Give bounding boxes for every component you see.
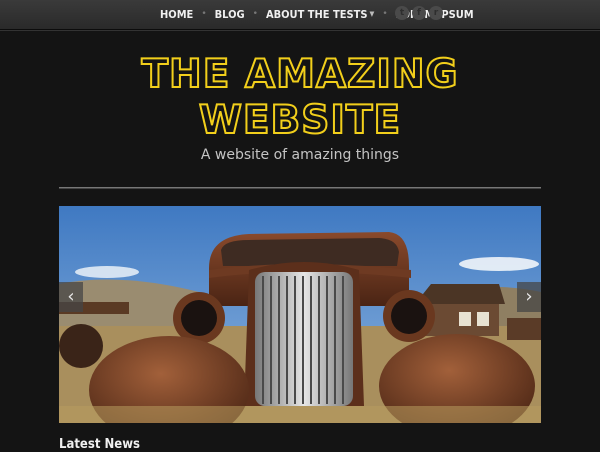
nav-item-about-the-tests[interactable]: ABOUT THE TESTS ▼ bbox=[266, 8, 374, 21]
nav-item-home[interactable]: HOME bbox=[160, 8, 193, 21]
slider-next-arrow-icon[interactable]: › bbox=[517, 282, 541, 312]
top-navigation-bar: HOME • BLOG • ABOUT THE TESTS▼ • LOREM I… bbox=[0, 0, 600, 30]
slider-prev-arrow-icon[interactable]: ‹ bbox=[59, 282, 83, 312]
nav-item-label: ABOUT THE TESTS bbox=[265, 8, 368, 21]
feed-icon[interactable]: r bbox=[429, 6, 443, 20]
featured-image-slider[interactable]: ‹ › bbox=[59, 206, 541, 423]
social-links: t f r bbox=[395, 6, 443, 20]
twitter-icon[interactable]: t bbox=[395, 6, 409, 20]
nav-separator: • bbox=[382, 9, 388, 19]
header-divider bbox=[59, 187, 541, 189]
nav-separator: • bbox=[201, 9, 207, 19]
rusted-vintage-car-photo bbox=[59, 206, 541, 423]
facebook-icon[interactable]: f bbox=[412, 6, 426, 20]
dropdown-caret-icon: ▼ bbox=[369, 10, 375, 18]
nav-separator: • bbox=[252, 9, 258, 19]
nav-item-blog[interactable]: BLOG bbox=[215, 8, 245, 21]
site-title[interactable]: The Amazing Website bbox=[100, 51, 500, 144]
site-tagline: A website of amazing things bbox=[200, 147, 400, 163]
